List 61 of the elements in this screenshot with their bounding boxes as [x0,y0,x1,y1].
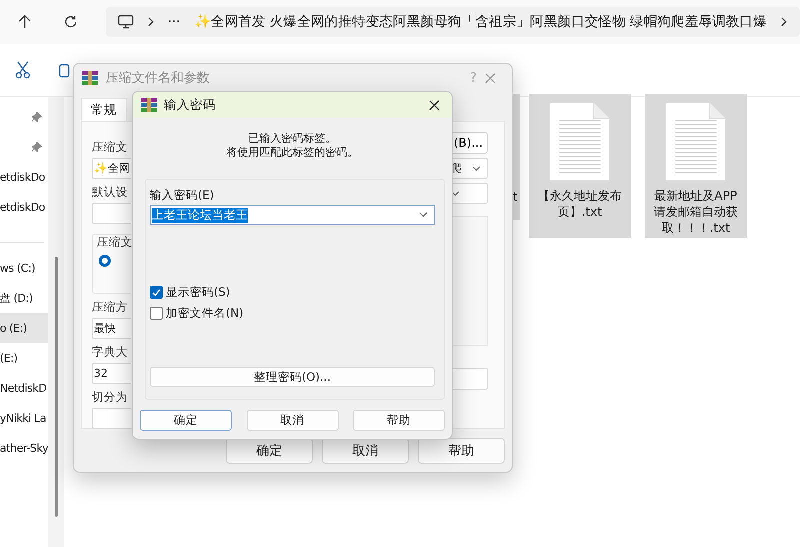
sidebar-item[interactable]: yNikki La [0,403,48,433]
text-file-icon [665,102,727,182]
window-title: 输入密码 [164,96,217,114]
chevron-right-icon [148,17,154,27]
up-arrow-icon[interactable] [18,15,32,29]
field-label: 压缩文 [92,140,129,155]
field-label: 切分为 [92,390,129,405]
sidebar-item[interactable]: NetdiskD [0,373,48,403]
message-text: 已输入密码标签。 [248,132,336,146]
sidebar-item[interactable]: ather-Sky [0,433,48,463]
password-field[interactable]: 上老王论坛当老王 [150,205,435,225]
dialog-button[interactable]: 取消 [322,438,409,464]
dialog-button[interactable]: 确定 [140,410,232,431]
monitor-icon [118,15,134,29]
dialog-button[interactable]: 确定 [226,438,313,464]
dialog-button[interactable]: 取消 [246,410,338,431]
file-tile[interactable]: 最新地址及APP请发邮箱自动获取！！！.txt [645,94,747,238]
archive-icon [82,71,98,85]
combo-box[interactable]: ✨全网 [92,158,131,179]
sidebar-item[interactable]: o (E:) [0,313,48,343]
scissors-icon[interactable] [15,61,31,79]
sidebar-item[interactable]: etdiskDo [0,192,48,222]
field-label: 默认设 [92,185,129,200]
chevron-down-icon [419,212,428,218]
file-tile[interactable]: 【永久地址发布页】.txt [529,94,631,238]
sidebar-item[interactable]: (E:) [0,343,48,373]
close-icon[interactable] [429,100,440,110]
message-text: 将使用匹配此标签的密码。 [226,146,358,160]
organize-passwords-button[interactable]: 整理密码(O)... [150,367,435,387]
sidebar-item[interactable]: etdiskDo [0,162,48,192]
sidebar-item[interactable]: ws (C:) [0,253,48,283]
address-bar[interactable]: ··· ✨全网首发 火爆全网的推特变态阿黑颜母狗「含祖宗」阿黑颜口交怪物 绿帽狗爬羞辱调教口爆 [106,7,800,37]
checkbox[interactable] [150,307,163,320]
checkbox-label: 显示密码(S) [166,285,230,300]
pin-icon [32,142,42,152]
field-label: 输入密码(E) [150,188,216,203]
radio-button[interactable] [99,255,111,267]
scrollbar[interactable] [55,257,58,517]
refresh-icon[interactable] [64,15,78,29]
folder-path[interactable]: ✨全网首发 火爆全网的推特变态阿黑颜母狗「含祖宗」阿黑颜口交怪物 绿帽狗爬羞辱调教口爆 [194,13,768,31]
checkbox[interactable] [150,286,163,299]
file-tile[interactable]: t [513,94,520,220]
window-title: 压缩文件名和参数 [106,70,211,87]
combo-box[interactable]: 最快 [92,318,131,339]
group-label: 压缩文 [97,235,133,249]
checkbox-label: 加密文件名(N) [166,306,244,321]
more-breadcrumb[interactable]: ··· [168,14,180,30]
combo-box[interactable]: 32 [92,363,131,384]
chevron-right-icon [781,17,788,27]
archive-icon [141,98,157,112]
tab[interactable]: 常规 [81,98,127,121]
text-file-icon [549,102,611,182]
field-label: 字典大 [92,345,129,360]
chevron-down-icon [472,166,481,172]
dialog-button[interactable]: 帮助 [353,410,445,431]
browse-button[interactable]: (B)... [450,132,488,154]
field-label: 压缩方 [92,300,129,315]
sidebar-item[interactable]: 盘 (D:) [0,283,48,313]
chevron-down-icon [451,190,460,196]
dialog-button[interactable]: 帮助 [418,438,505,464]
pin-icon [32,112,42,122]
